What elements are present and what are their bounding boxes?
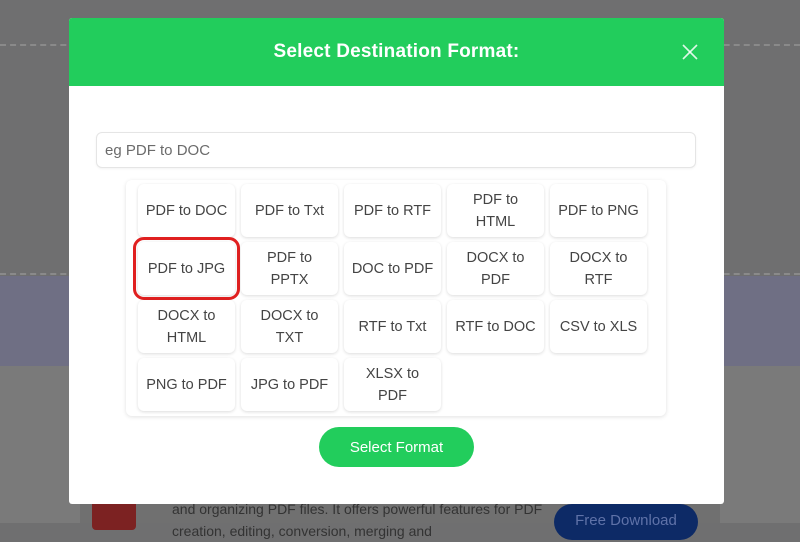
format-option[interactable]: PDF to HTML <box>447 184 544 237</box>
format-option[interactable]: DOCX to TXT <box>241 300 338 353</box>
format-option[interactable]: CSV to XLS <box>550 300 647 353</box>
format-option[interactable]: PDF to DOC <box>138 184 235 237</box>
app-logo <box>92 500 136 530</box>
format-option[interactable]: XLSX to PDF <box>344 358 441 411</box>
modal-header: Select Destination Format: <box>69 18 724 86</box>
format-option[interactable]: PDF to PNG <box>550 184 647 237</box>
free-download-button: Free Download <box>554 504 698 540</box>
format-option[interactable]: DOCX to PDF <box>447 242 544 295</box>
format-modal: Select Destination Format: PDF to DOC PD… <box>69 18 724 504</box>
background-paragraph: and organizing PDF files. It offers powe… <box>172 501 543 539</box>
format-option[interactable]: RTF to Txt <box>344 300 441 353</box>
format-option[interactable]: PNG to PDF <box>138 358 235 411</box>
format-option[interactable]: PDF to PPTX <box>241 242 338 295</box>
format-option[interactable]: PDF to Txt <box>241 184 338 237</box>
format-option[interactable]: DOC to PDF <box>344 242 441 295</box>
format-option-highlighted[interactable]: PDF to JPG <box>133 237 240 300</box>
format-options-grid: PDF to DOC PDF to Txt PDF to RTF PDF to … <box>126 180 666 416</box>
format-option[interactable]: RTF to DOC <box>447 300 544 353</box>
format-option[interactable]: DOCX to HTML <box>138 300 235 353</box>
format-search-input[interactable] <box>96 132 696 168</box>
format-option[interactable]: DOCX to RTF <box>550 242 647 295</box>
close-icon <box>682 44 698 60</box>
close-button[interactable] <box>680 42 700 62</box>
format-option[interactable]: JPG to PDF <box>241 358 338 411</box>
modal-title: Select Destination Format: <box>273 41 520 62</box>
format-option[interactable]: PDF to RTF <box>344 184 441 237</box>
select-format-button[interactable]: Select Format <box>319 427 474 467</box>
